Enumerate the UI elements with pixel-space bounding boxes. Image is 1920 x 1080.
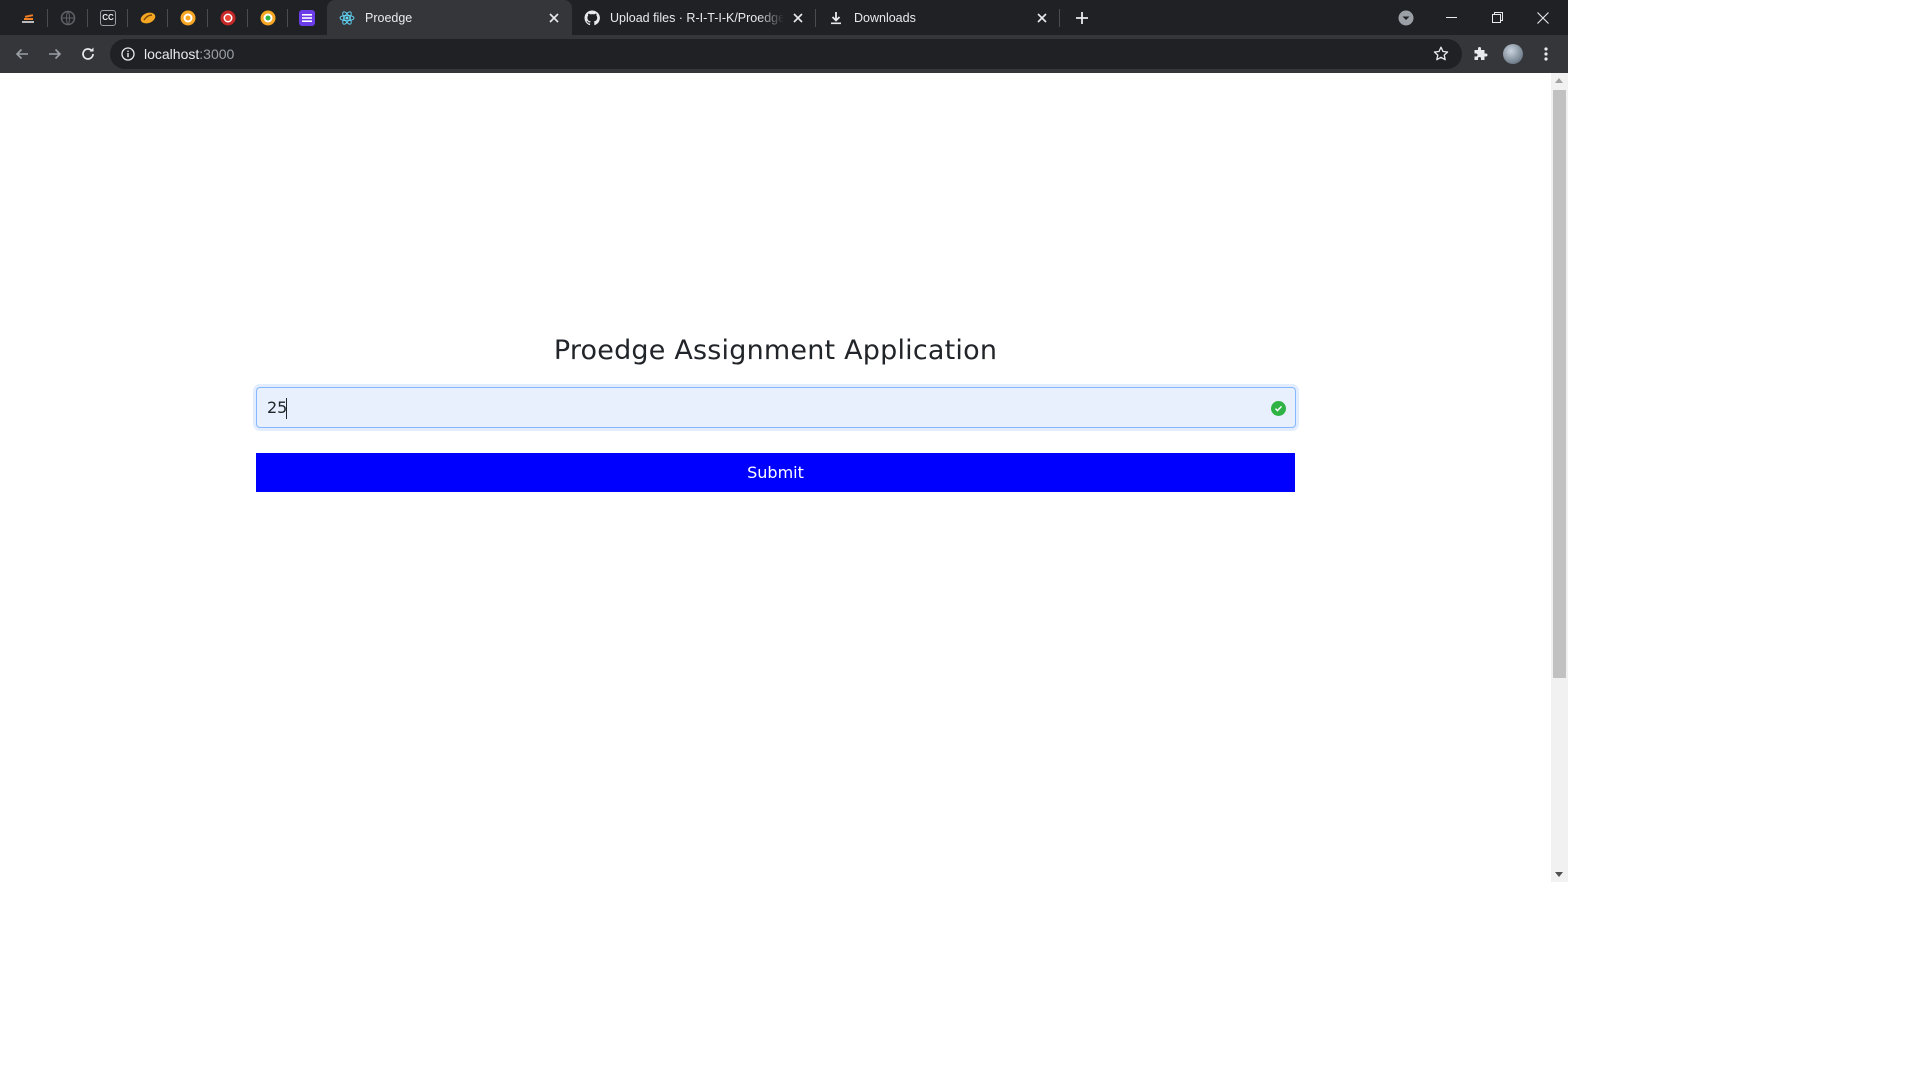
url-port: :3000 — [199, 46, 235, 62]
stack-overflow-icon — [20, 10, 36, 26]
url-text: localhost:3000 — [144, 46, 234, 62]
browser-toolbar: localhost:3000 — [0, 35, 1568, 73]
valid-check-icon — [1271, 401, 1286, 416]
minimize-icon — [1445, 17, 1457, 18]
tab-proedge[interactable]: Proedge — [327, 0, 572, 35]
pinned-tab-1[interactable] — [8, 0, 48, 35]
close-icon[interactable] — [546, 10, 562, 26]
pinned-tab-6[interactable] — [208, 0, 248, 35]
list-icon — [299, 9, 315, 26]
ring-icon — [260, 10, 276, 26]
scroll-down-icon[interactable] — [1555, 872, 1563, 877]
new-tab-button[interactable] — [1070, 6, 1094, 30]
red-ring-icon — [220, 10, 236, 26]
download-icon — [828, 10, 844, 26]
arrow-right-icon — [49, 48, 62, 60]
pinned-tab-3[interactable]: CC — [88, 0, 128, 35]
tab-strip: CC Proedge Upload files · R-I-T-I-K/Proe… — [0, 0, 1568, 35]
scrollbar-thumb[interactable] — [1553, 90, 1566, 678]
avatar — [1503, 44, 1523, 64]
extensions-button[interactable] — [1466, 40, 1494, 68]
vertical-scrollbar[interactable] — [1551, 73, 1568, 882]
chevron-down-icon — [1398, 10, 1414, 26]
reload-button[interactable] — [74, 40, 102, 68]
tab-upload-files[interactable]: Upload files · R-I-T-I-K/Proedge-Assignm… — [572, 0, 816, 35]
close-icon[interactable] — [1034, 10, 1050, 26]
cc-icon: CC — [100, 9, 116, 26]
submit-button[interactable]: Submit — [256, 453, 1295, 492]
star-icon[interactable] — [1432, 45, 1450, 63]
page-title: Proedge Assignment Application — [553, 335, 998, 366]
close-window-button[interactable] — [1520, 0, 1566, 35]
reload-icon — [82, 47, 94, 60]
pinned-tab-8[interactable] — [287, 0, 327, 35]
address-bar[interactable]: localhost:3000 — [110, 39, 1462, 69]
globe-icon — [60, 10, 76, 26]
arrow-left-icon — [15, 48, 28, 60]
react-icon — [339, 10, 355, 26]
tab-search-button[interactable] — [1396, 8, 1416, 28]
more-vert-icon — [1544, 47, 1548, 61]
plus-icon — [1076, 12, 1088, 24]
scroll-up-icon[interactable] — [1555, 78, 1563, 83]
close-icon — [1537, 11, 1549, 24]
pinned-tab-4[interactable] — [128, 0, 168, 35]
tab-downloads[interactable]: Downloads — [816, 0, 1060, 35]
minimize-button[interactable] — [1428, 0, 1474, 35]
tab-title: Upload files · R-I-T-I-K/Proedge-Assignm… — [610, 10, 784, 25]
number-input[interactable] — [257, 388, 1295, 427]
back-button[interactable] — [8, 40, 36, 68]
ring-icon — [180, 10, 196, 26]
restore-icon — [1491, 12, 1503, 23]
pinned-tab-2[interactable] — [48, 0, 88, 35]
close-icon[interactable] — [790, 10, 806, 26]
tab-title: Proedge — [365, 10, 413, 25]
info-icon[interactable] — [120, 46, 136, 62]
url-host: localhost — [144, 46, 200, 62]
pinned-tab-5[interactable] — [168, 0, 208, 35]
github-icon — [584, 9, 600, 26]
tab-title: Downloads — [854, 10, 916, 25]
pinned-tab-7[interactable] — [248, 0, 288, 35]
page-viewport: Proedge Assignment Application Submit — [0, 73, 1551, 882]
restore-button[interactable] — [1474, 0, 1520, 35]
menu-button[interactable] — [1532, 40, 1560, 68]
orange-logo-icon — [140, 10, 156, 26]
profile-button[interactable] — [1499, 40, 1527, 68]
puzzle-icon — [1474, 47, 1488, 60]
text-caret — [286, 398, 287, 419]
forward-button[interactable] — [41, 40, 69, 68]
number-input-field[interactable] — [256, 387, 1296, 428]
